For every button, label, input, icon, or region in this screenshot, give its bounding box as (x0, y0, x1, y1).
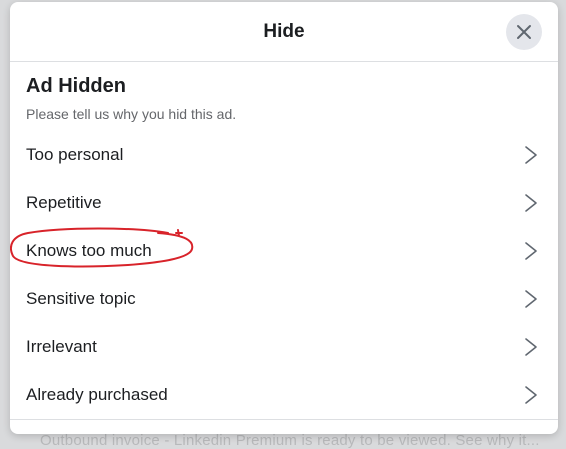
chevron-right-icon (525, 290, 537, 308)
option-label: Already purchased (26, 385, 168, 404)
option-knows-too-much[interactable]: Knows too much (10, 227, 558, 275)
option-too-personal[interactable]: Too personal (10, 131, 558, 179)
chevron-right-icon (525, 386, 537, 404)
chevron-right-icon (525, 242, 537, 260)
chevron-right-icon (525, 194, 537, 212)
hide-ad-dialog: Hide Ad Hidden Please tell us why you hi… (10, 2, 558, 434)
close-icon (517, 25, 531, 39)
option-label-text: Knows too much (26, 241, 152, 260)
section-head: Ad Hidden Please tell us why you hid thi… (10, 62, 558, 122)
dialog-header: Hide (10, 2, 558, 62)
option-repetitive[interactable]: Repetitive (10, 179, 558, 227)
reason-options-list: Too personal Repetitive Knows too much S… (10, 131, 558, 419)
option-label: Irrelevant (26, 337, 97, 356)
option-label: Sensitive topic (26, 289, 136, 308)
chevron-right-icon (525, 146, 537, 164)
option-irrelevant[interactable]: Irrelevant (10, 323, 558, 371)
option-sensitive-topic[interactable]: Sensitive topic (10, 275, 558, 323)
option-already-purchased[interactable]: Already purchased (10, 371, 558, 419)
backdrop-text: Outbound invoice - Linkedin Premium is r… (40, 432, 540, 449)
dialog-title: Hide (263, 21, 305, 42)
option-label: Knows too much (10, 227, 194, 268)
footer-divider (10, 419, 558, 420)
section-subtitle: Please tell us why you hid this ad. (26, 106, 237, 122)
option-label: Repetitive (26, 193, 102, 212)
chevron-right-icon (525, 338, 537, 356)
section-title: Ad Hidden (26, 75, 126, 97)
close-button[interactable] (506, 14, 542, 50)
option-label: Too personal (26, 145, 124, 164)
